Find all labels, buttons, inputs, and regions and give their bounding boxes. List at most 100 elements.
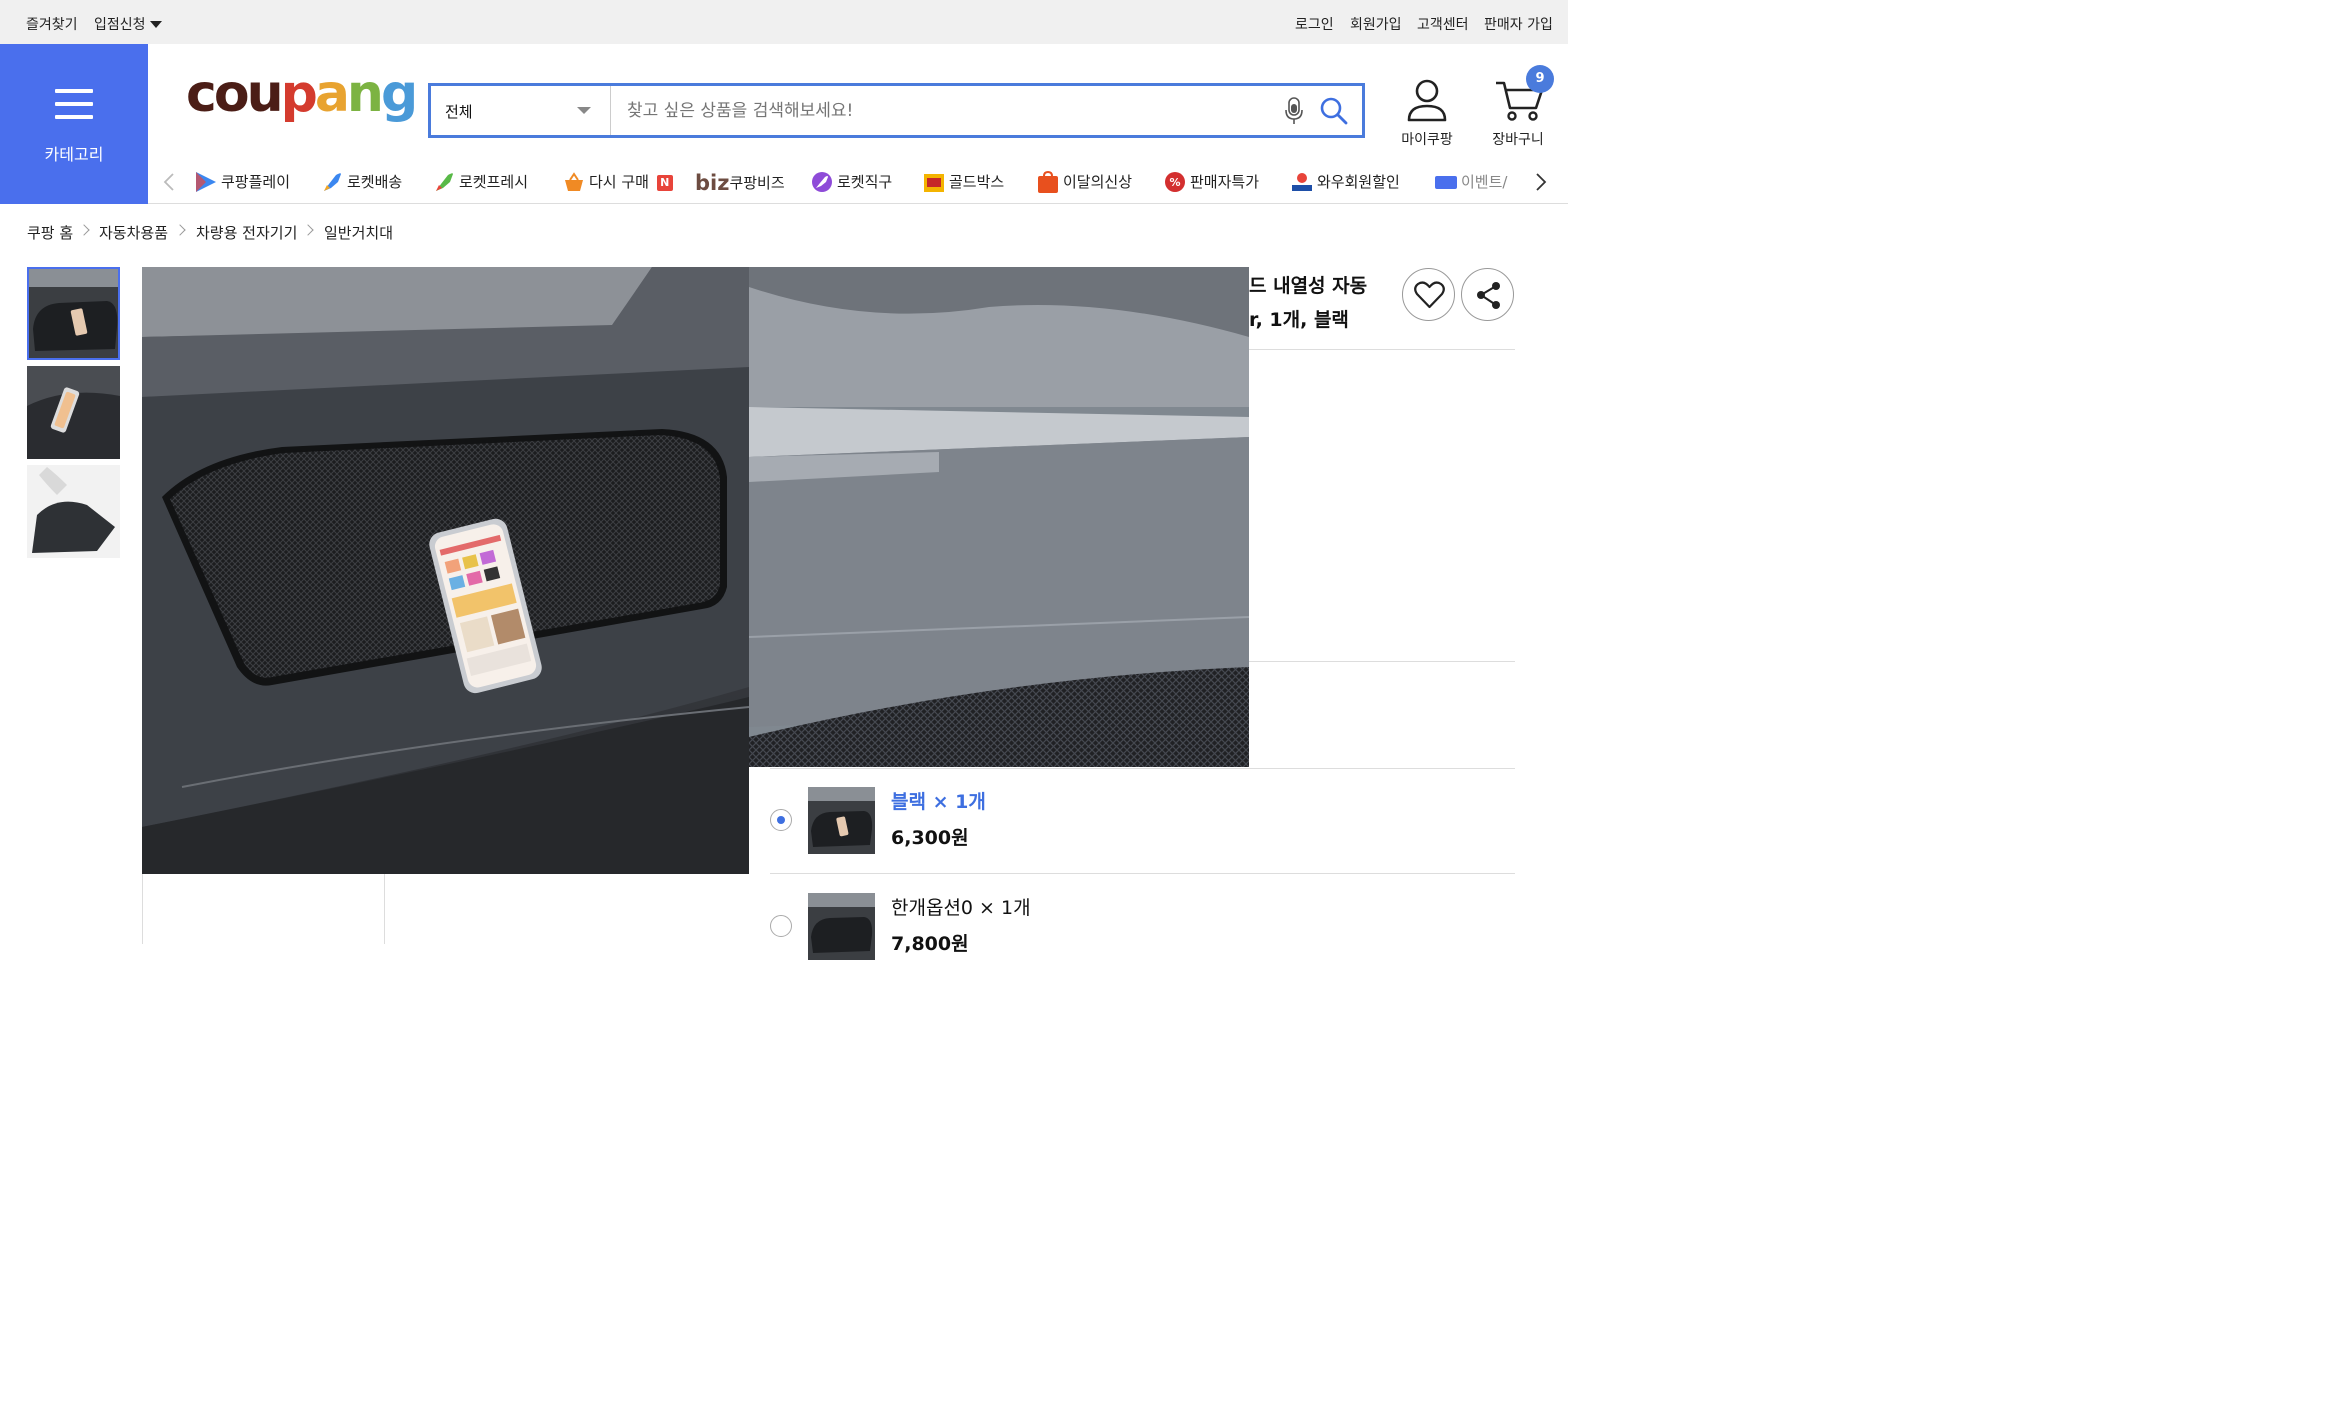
nav-label: 로켓배송 (347, 173, 403, 191)
nav-item-rocket-global[interactable]: 로켓직구 (810, 171, 892, 193)
logo-letter-o: o (213, 64, 250, 124)
zoom-preview-image (749, 267, 1249, 767)
share-button[interactable] (1461, 268, 1514, 321)
discount-badge-icon: % (1165, 172, 1185, 192)
svg-text:%: % (1169, 176, 1180, 189)
nav-item-coupangbiz[interactable]: biz쿠팡비즈 (695, 171, 785, 195)
wishlist-button[interactable] (1402, 268, 1455, 321)
biz-logo-icon: biz (695, 171, 730, 195)
category-menu-button[interactable]: 카테고리 (0, 44, 148, 204)
heart-icon (1414, 281, 1445, 309)
category-label: 카테고리 (44, 145, 104, 164)
new-badge: N (656, 175, 673, 191)
user-icon[interactable] (1397, 78, 1457, 124)
option-thumbnail-image (808, 787, 875, 854)
signup-link[interactable]: 회원가입 (1350, 14, 1402, 34)
chevron-right-icon (78, 224, 90, 236)
nav-label: 와우회원할인 (1317, 173, 1400, 191)
rocket-icon (324, 173, 341, 191)
breadcrumb-auto-supplies[interactable]: 자동차용품 (99, 222, 168, 243)
cart-label[interactable]: 장바구니 (1486, 129, 1550, 149)
nav-item-seller-deals[interactable]: % 판매자특가 (1163, 171, 1259, 193)
nav-label: 로켓직구 (837, 173, 893, 191)
bookmark-link[interactable]: 즐겨찾기 (26, 14, 78, 34)
chevron-right-icon (174, 224, 186, 236)
rocket-fresh-icon (436, 173, 453, 191)
nav-item-rocket-fresh[interactable]: 로켓프레시 (432, 171, 528, 193)
hamburger-icon-bar (55, 115, 93, 119)
search-icon[interactable] (1319, 96, 1349, 126)
chevron-down-icon[interactable] (150, 21, 162, 28)
basket-icon (565, 172, 583, 191)
thumbnail-image (29, 269, 118, 358)
seller-signup-link[interactable]: 판매자 가입 (1484, 14, 1553, 34)
category-shortcut-bar: 쿠팡플레이 로켓배송 로켓프레시 다시 구매 N biz쿠팡비즈 로켓직구 골드… (148, 160, 1568, 204)
breadcrumb-car-electronics[interactable]: 차량용 전자기기 (196, 222, 297, 243)
logo-letter-p: p (280, 64, 318, 124)
hamburger-icon (55, 89, 93, 93)
login-link[interactable]: 로그인 (1295, 14, 1334, 34)
nav-label: 쿠팡비즈 (729, 174, 785, 192)
dashboard-mat-photo (142, 267, 749, 874)
rocket-global-icon (812, 172, 832, 192)
product-thumbnail-1[interactable] (27, 267, 120, 360)
nav-item-rebuy[interactable]: 다시 구매 N (562, 171, 673, 193)
nav-label: 쿠팡플레이 (221, 173, 291, 191)
nav-label: 이벤트/ (1461, 173, 1508, 191)
chevron-left-icon[interactable] (160, 172, 180, 192)
option-thumbnail (808, 787, 875, 854)
nav-item-rocket-delivery[interactable]: 로켓배송 (320, 171, 402, 193)
option-radio[interactable] (770, 915, 792, 937)
option-thumbnail-image (808, 893, 875, 960)
product-main-image[interactable] (142, 267, 749, 874)
divider (770, 873, 1515, 874)
logo-letter-g: g (380, 64, 418, 124)
logo-letter-n: n (346, 64, 384, 124)
divider (1249, 661, 1515, 662)
wow-icon (1292, 173, 1312, 191)
option-price: 6,300원 (891, 827, 969, 849)
search-scope-value: 전체 (445, 103, 473, 121)
divider (770, 768, 1515, 769)
option-thumbnail (808, 893, 875, 960)
chevron-right-icon (302, 224, 314, 236)
search-input[interactable] (625, 94, 1265, 128)
cart-count-badge: 9 (1526, 65, 1554, 93)
zoomed-photo (749, 267, 1249, 767)
option-radio-selected[interactable] (770, 809, 792, 831)
product-thumbnail-3[interactable] (27, 465, 120, 558)
nav-item-coupangplay[interactable]: 쿠팡플레이 (194, 171, 290, 193)
customer-center-link[interactable]: 고객센터 (1417, 14, 1469, 34)
goldbox-icon (924, 174, 944, 192)
search-bar: 전체 (428, 83, 1365, 138)
thumbnail-image (27, 366, 120, 459)
breadcrumb-home[interactable]: 쿠팡 홈 (27, 222, 73, 243)
top-utility-bar: 즐겨찾기 입점신청 로그인 회원가입 고객센터 판매자 가입 (0, 0, 1568, 44)
nav-item-events[interactable]: 이벤트/ (1434, 171, 1508, 193)
nav-item-wow-discount[interactable]: 와우회원할인 (1290, 171, 1400, 193)
product-title-line2: r, 1개, 블랙 (1249, 309, 1349, 331)
new-bag-icon (1038, 171, 1058, 193)
coupang-logo[interactable]: coupang (186, 68, 418, 120)
product-thumbnail-2[interactable] (27, 366, 120, 459)
partner-apply-link[interactable]: 입점신청 (94, 14, 146, 34)
logo-letter-a: a (314, 64, 350, 124)
share-icon (1477, 282, 1500, 309)
hamburger-icon-bar (55, 102, 93, 106)
nav-label: 다시 구매 (589, 173, 649, 191)
chevron-right-icon[interactable] (1530, 172, 1550, 192)
nav-label: 로켓프레시 (459, 173, 529, 191)
dropdown-arrow-icon (577, 107, 591, 114)
nav-label: 판매자특가 (1190, 173, 1260, 191)
divider (1249, 349, 1515, 350)
microphone-icon[interactable] (1283, 96, 1305, 126)
nav-item-monthly-new[interactable]: 이달의신상 (1036, 171, 1132, 193)
mycoupang-label[interactable]: 마이쿠팡 (1394, 129, 1460, 149)
option-name[interactable]: 한개옵션0 × 1개 (891, 893, 1031, 920)
search-scope-select[interactable]: 전체 (431, 86, 611, 135)
option-name[interactable]: 블랙 × 1개 (891, 787, 986, 814)
nav-item-goldbox[interactable]: 골드박스 (922, 171, 1004, 193)
breadcrumb-holders[interactable]: 일반거치대 (324, 222, 393, 243)
nav-label: 골드박스 (949, 173, 1005, 191)
thumbnail-image (27, 465, 120, 558)
